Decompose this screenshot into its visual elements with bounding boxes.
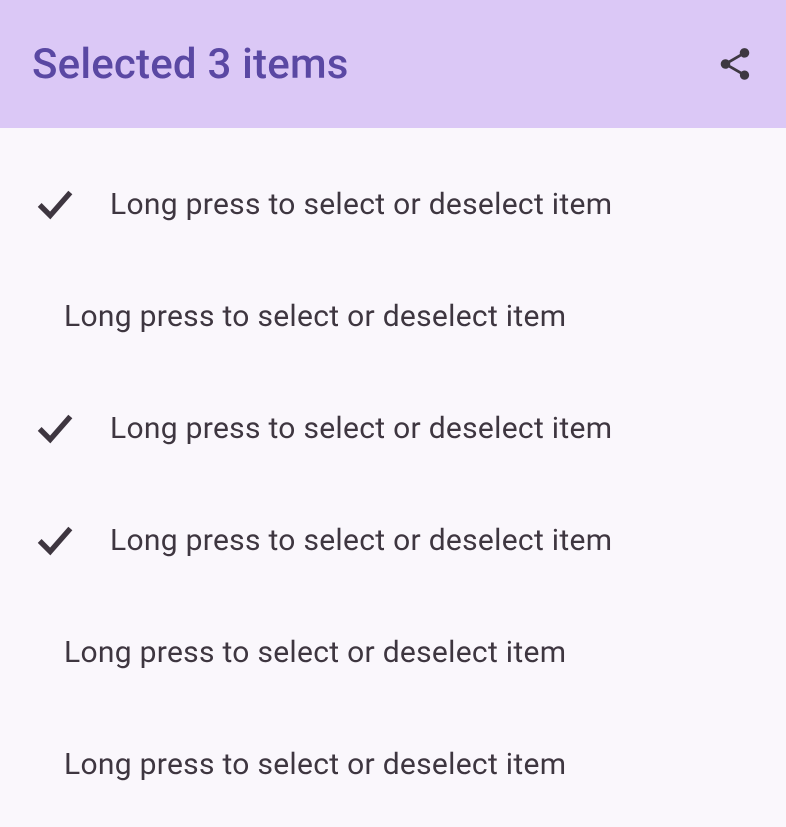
list-item[interactable]: Long press to select or deselect item	[0, 596, 786, 708]
list-item-label: Long press to select or deselect item	[110, 523, 612, 558]
appbar: Selected 3 items	[0, 0, 786, 128]
check-icon	[32, 405, 78, 451]
list-item-label: Long press to select or deselect item	[110, 411, 612, 446]
list-item-label: Long press to select or deselect item	[64, 747, 566, 782]
list-item[interactable]: Long press to select or deselect item	[0, 148, 786, 260]
list-item[interactable]: Long press to select or deselect item	[0, 372, 786, 484]
list-container: Long press to select or deselect item Lo…	[0, 128, 786, 820]
list-item[interactable]: Long press to select or deselect item	[0, 260, 786, 372]
list-item-label: Long press to select or deselect item	[64, 635, 566, 670]
share-icon[interactable]	[716, 45, 754, 83]
appbar-title: Selected 3 items	[32, 40, 349, 89]
list-item-label: Long press to select or deselect item	[110, 187, 612, 222]
list-item[interactable]: Long press to select or deselect item	[0, 484, 786, 596]
check-icon	[32, 181, 78, 227]
list-item[interactable]: Long press to select or deselect item	[0, 708, 786, 820]
check-icon	[32, 517, 78, 563]
list-item-label: Long press to select or deselect item	[64, 299, 566, 334]
